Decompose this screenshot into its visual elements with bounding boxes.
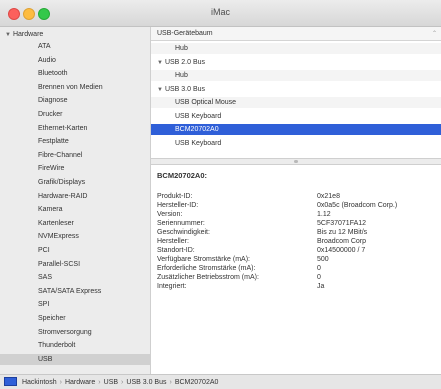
tree-row-label: USB Keyboard (175, 112, 222, 120)
sidebar-item-ata[interactable]: ATA (0, 41, 150, 52)
sidebar-item-brennen-von-medien[interactable]: Brennen von Medien (0, 82, 150, 93)
detail-value: 0x21e8 (317, 193, 340, 200)
detail-key: Integriert: (157, 283, 187, 290)
sort-caret-icon: ⌃ (431, 31, 437, 37)
disclosure-triangle-icon[interactable]: ▼ (157, 58, 163, 69)
sidebar-item-speicher[interactable]: Speicher (0, 313, 150, 324)
tree-row-label: Hub (175, 72, 188, 79)
detail-key: Hersteller: (157, 238, 189, 245)
tree-row[interactable]: ▼ USB 3.0 Bus (151, 84, 441, 95)
detail-value: 500 (317, 256, 329, 263)
sidebar-item-kartenleser[interactable]: Kartenleser (0, 218, 150, 229)
sidebar-item-pci[interactable]: PCI (0, 245, 150, 256)
detail-key: Verfügbare Stromstärke (mA): (157, 256, 250, 263)
detail-key: Hersteller-ID: (157, 202, 199, 209)
sidebar-item-sas[interactable]: SAS (0, 272, 150, 283)
sidebar-item-spi[interactable]: SPI (0, 299, 150, 310)
tree-row-label: BCM20702A0 (175, 126, 219, 133)
path-crumb[interactable]: USB 3.0 Bus (126, 379, 166, 386)
splitter-handle-icon[interactable] (294, 160, 298, 163)
sidebar-item-hardware-raid[interactable]: Hardware-RAID (0, 191, 150, 202)
window-title: iMac (210, 7, 230, 17)
sidebar-item-festplatte[interactable]: Festplatte (0, 136, 150, 147)
detail-key: Seriennummer: (157, 220, 205, 227)
title-bar: iMac (0, 0, 441, 27)
content-pane: USB-Gerätebaum ⌃ Hub ▼ USB 2.0 Bus Hub ▼ USB … (151, 27, 441, 374)
sidebar: ▼ Hardware ATA Audio Bluetooth Brennen von M… (0, 27, 151, 374)
tree-row[interactable]: USB Keyboard (151, 138, 441, 149)
sidebar-item-parallel-scsi[interactable]: Parallel-SCSI (0, 259, 150, 270)
system-information-window: iMac ▼ Hardware ATA Audio Bluetooth Brennen … (0, 0, 441, 389)
tree-row[interactable]: USB Keyboard (151, 111, 441, 122)
sidebar-item-usb[interactable]: USB (0, 353, 150, 365)
path-crumb[interactable]: BCM20702A0 (175, 379, 219, 386)
sidebar-header-label: Hardware (12, 31, 44, 38)
detail-value: 5CF37071FA12 (317, 220, 367, 227)
detail-value: Ja (317, 283, 325, 290)
path-bar: Hackintosh › Hardware › USB › USB 3.0 Bus › BCM2… (0, 374, 441, 389)
path-separator-icon: › (169, 379, 172, 386)
path-separator-icon: › (121, 379, 124, 386)
detail-key: Zusätzlicher Betriebsstrom (mA): (157, 274, 259, 281)
computer-icon (4, 377, 17, 386)
detail-key: Geschwindigkeit: (157, 229, 210, 236)
detail-key: Version: (157, 211, 183, 218)
sidebar-item-ethernet-karten[interactable]: Ethernet-Karten (0, 123, 150, 134)
sidebar-item-audio[interactable]: Audio (0, 55, 150, 66)
sidebar-item-kamera[interactable]: Kamera (0, 204, 150, 215)
path-crumb[interactable]: Hackintosh (22, 379, 57, 386)
sidebar-item-stromversorgung[interactable]: Stromversorgung (0, 327, 150, 338)
detail-key: Erforderliche Stromstärke (mA): (157, 265, 256, 272)
tree-row[interactable]: ▼ USB 2.0 Bus (151, 57, 441, 68)
detail-pane: BCM20702A0: Produkt-ID: 0x21e8 Hersteller-… (151, 165, 441, 374)
detail-value: 0 (317, 274, 321, 281)
pane-splitter[interactable] (151, 158, 441, 165)
tree-row-label: USB Keyboard (175, 139, 222, 147)
detail-value: 1.12 (317, 211, 331, 218)
disclosure-triangle-icon[interactable]: ▼ (5, 30, 11, 41)
sidebar-item-diagnose[interactable]: Diagnose (0, 95, 150, 106)
detail-key: Standort-ID: (157, 247, 195, 254)
sidebar-item-drucker[interactable]: Drucker (0, 109, 150, 120)
detail-title: BCM20702A0: (157, 171, 208, 180)
sidebar-item-nvmexpress[interactable]: NVMExpress (0, 231, 150, 242)
sidebar-item-grafik-displays[interactable]: Grafik/Displays (0, 177, 150, 188)
detail-value: 0x0a5c (Broadcom Corp.) (317, 202, 398, 209)
tree-row-label: USB 3.0 Bus (164, 85, 206, 93)
path-crumb[interactable]: Hardware (65, 379, 95, 386)
detail-value: 0x14500000 / 7 (317, 247, 366, 254)
detail-value: Bis zu 12 MBit/s (317, 229, 368, 236)
sidebar-item-firewire[interactable]: FireWire (0, 163, 150, 174)
disclosure-triangle-icon[interactable]: ▼ (157, 85, 163, 96)
tree-row[interactable]: Hub (151, 70, 441, 81)
sidebar-item-bluetooth[interactable]: Bluetooth (0, 68, 150, 79)
tree-row-label: USB Optical Mouse (175, 99, 237, 106)
sidebar-item-fibre-channel[interactable]: Fibre-Channel (0, 150, 150, 161)
detail-key: Produkt-ID: (157, 193, 193, 200)
detail-value: 0 (317, 265, 321, 272)
tree-row[interactable]: BCM20702A0 (151, 124, 441, 135)
sidebar-item-thunderbolt[interactable]: Thunderbolt (0, 340, 150, 351)
path-separator-icon: › (59, 379, 62, 386)
tree-row-label: USB 2.0 Bus (164, 58, 206, 66)
tree-row[interactable]: Hub (151, 43, 441, 54)
column-header-label: USB-Gerätebaum (157, 30, 213, 37)
tree-row-label: Hub (175, 45, 188, 52)
tree-row[interactable]: USB Optical Mouse (151, 97, 441, 108)
path-separator-icon: › (98, 379, 101, 386)
sidebar-header-hardware[interactable]: ▼ Hardware (5, 29, 150, 41)
column-header-usb-tree[interactable]: USB-Gerätebaum ⌃ (151, 27, 441, 41)
path-crumb[interactable]: USB (104, 379, 118, 386)
detail-value: Broadcom Corp (317, 238, 367, 245)
sidebar-item-sata-sata-express[interactable]: SATA/SATA Express (0, 286, 150, 297)
